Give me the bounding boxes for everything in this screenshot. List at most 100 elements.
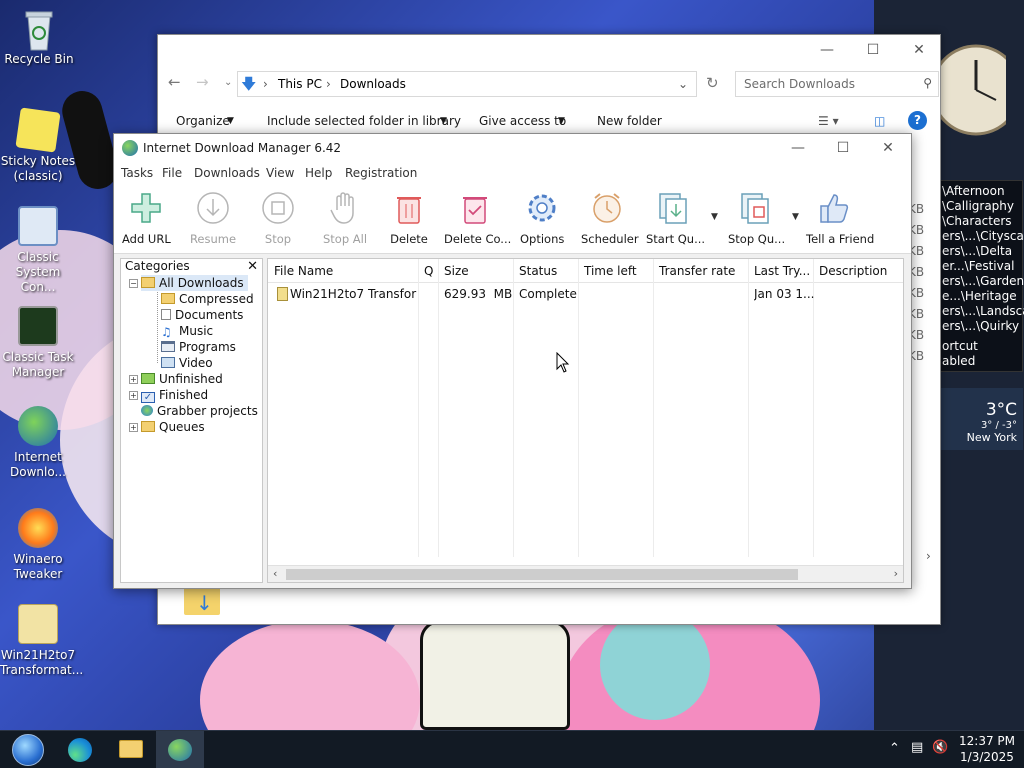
- taskbar-file-explorer[interactable]: [106, 731, 154, 768]
- taskbar-edge[interactable]: [56, 731, 104, 768]
- maximize-button[interactable]: ☐: [850, 35, 896, 65]
- menu-registration[interactable]: Registration: [345, 166, 417, 180]
- close-button[interactable]: ✕: [896, 35, 942, 65]
- slideshow-line: ers\...\Delta: [942, 244, 1013, 258]
- menu-help[interactable]: Help: [305, 166, 332, 180]
- stop-button[interactable]: Stop: [258, 190, 298, 252]
- back-arrow-icon[interactable]: ←: [168, 73, 181, 91]
- desktop-icon-win21h2to7[interactable]: Win21H2to7 Transformat...: [0, 604, 83, 678]
- category-music[interactable]: ♫ Music: [161, 323, 213, 339]
- network-icon[interactable]: ▤: [911, 740, 923, 755]
- tell-a-friend-button[interactable]: Tell a Friend: [806, 190, 875, 252]
- desktop-icon-winaero[interactable]: Winaero Tweaker: [0, 508, 76, 582]
- include-in-library-button[interactable]: Include selected folder in library: [267, 114, 461, 128]
- search-input[interactable]: Search Downloads ⚲: [735, 71, 939, 97]
- size-unit: KB: [908, 202, 925, 216]
- category-video[interactable]: Video: [161, 355, 213, 371]
- scheduler-button[interactable]: Scheduler: [581, 190, 639, 252]
- menu-file[interactable]: File: [162, 166, 182, 180]
- desktop-icon-task-manager[interactable]: Classic Task Manager: [0, 306, 76, 380]
- desktop-icon-label: Winaero Tweaker: [13, 552, 63, 581]
- start-queue-button[interactable]: Start Qu...: [646, 190, 705, 252]
- maximize-button[interactable]: ☐: [820, 134, 866, 162]
- stop-queue-button[interactable]: Stop Qu...: [728, 190, 785, 252]
- desktop-icon-system-control[interactable]: Classic System Con...: [0, 206, 76, 295]
- column-queue[interactable]: Q: [424, 264, 433, 278]
- close-button[interactable]: ✕: [865, 134, 911, 162]
- horizontal-scrollbar[interactable]: ‹ ›: [268, 565, 903, 582]
- forward-arrow-icon[interactable]: →: [196, 73, 209, 91]
- category-grabber-projects[interactable]: Grabber projects: [141, 403, 258, 419]
- column-transfer-rate[interactable]: Transfer rate: [659, 264, 735, 278]
- view-options-icon[interactable]: ☰ ▾: [818, 114, 839, 128]
- menu-tasks[interactable]: Tasks: [121, 166, 153, 180]
- collapse-all-downloads-icon[interactable]: −: [129, 279, 138, 288]
- recent-chevron-icon[interactable]: ⌄: [224, 77, 232, 88]
- table-row[interactable]: Win21H2to7 Transform... 629.93 MB Comple…: [268, 284, 903, 304]
- scroll-left-icon[interactable]: ‹: [273, 567, 277, 580]
- idm-window[interactable]: Internet Download Manager 6.42 — ☐ ✕ Tas…: [113, 133, 912, 589]
- delete-label: Delete: [390, 232, 428, 246]
- category-programs[interactable]: Programs: [161, 339, 236, 355]
- breadcrumb-downloads[interactable]: Downloads: [340, 77, 406, 91]
- slideshow-line: \Characters: [942, 214, 1012, 228]
- help-icon[interactable]: ?: [908, 111, 927, 130]
- refresh-icon[interactable]: ↻: [706, 74, 719, 92]
- column-last-try[interactable]: Last Try...: [754, 264, 810, 278]
- new-folder-button[interactable]: New folder: [597, 114, 662, 128]
- tell-a-friend-label: Tell a Friend: [806, 232, 875, 246]
- address-dropdown-icon[interactable]: ⌄: [678, 77, 688, 91]
- category-unfinished[interactable]: Unfinished: [141, 371, 223, 387]
- close-icon[interactable]: ✕: [247, 259, 258, 274]
- expand-finished-icon[interactable]: +: [129, 391, 138, 400]
- taskbar-clock[interactable]: 12:37 PM 1/3/2025: [952, 733, 1022, 765]
- column-description[interactable]: Description: [819, 264, 887, 278]
- start-queue-dropdown-icon[interactable]: ▼: [711, 212, 718, 222]
- preview-pane-icon[interactable]: ◫: [874, 114, 885, 128]
- expand-queues-icon[interactable]: +: [129, 423, 138, 432]
- stop-all-button[interactable]: Stop All: [322, 190, 368, 252]
- column-time-left[interactable]: Time left: [584, 264, 637, 278]
- idm-titlebar[interactable]: Internet Download Manager 6.42 — ☐ ✕: [114, 134, 911, 162]
- category-compressed[interactable]: Compressed: [161, 291, 254, 307]
- add-url-button[interactable]: Add URL: [122, 190, 171, 252]
- explorer-titlebar[interactable]: — ☐ ✕: [158, 35, 940, 65]
- give-access-dropdown-icon: ▼: [558, 116, 565, 126]
- menu-downloads[interactable]: Downloads: [194, 166, 260, 180]
- category-all-downloads[interactable]: All Downloads: [141, 275, 248, 291]
- clock-time: 12:37 PM: [959, 734, 1015, 748]
- scrollbar-thumb[interactable]: [286, 569, 798, 580]
- desktop-icon-idm[interactable]: Internet Downlo...: [0, 406, 76, 480]
- delete-completed-button[interactable]: Delete Co...: [444, 190, 511, 252]
- show-hidden-icons-icon[interactable]: ⌃: [889, 741, 900, 756]
- taskbar-idm[interactable]: [156, 731, 204, 768]
- delete-button[interactable]: Delete: [390, 190, 428, 252]
- resume-button[interactable]: Resume: [188, 190, 238, 252]
- scroll-right-icon[interactable]: ›: [894, 567, 898, 580]
- desktop-icon-sticky-notes[interactable]: Sticky Notes (classic): [0, 107, 76, 184]
- address-bar[interactable]: 🡇 › This PC › Downloads ⌄: [237, 71, 697, 97]
- minimize-button[interactable]: —: [775, 134, 821, 162]
- minimize-button[interactable]: —: [804, 35, 850, 65]
- column-status[interactable]: Status: [519, 264, 557, 278]
- clock-date: 1/3/2025: [960, 750, 1014, 764]
- include-dropdown-icon: ▼: [440, 116, 447, 126]
- category-documents[interactable]: Documents: [161, 307, 243, 323]
- menu-view[interactable]: View: [266, 166, 294, 180]
- column-size[interactable]: Size: [444, 264, 469, 278]
- category-finished[interactable]: ✓ Finished: [141, 387, 208, 403]
- explorer-scroll-right-arrow[interactable]: ›: [926, 549, 931, 563]
- give-access-button[interactable]: Give access to: [479, 114, 566, 128]
- options-button[interactable]: Options: [520, 190, 564, 252]
- expand-unfinished-icon[interactable]: +: [129, 375, 138, 384]
- column-file-name[interactable]: File Name: [274, 264, 333, 278]
- category-label: Queues: [159, 420, 205, 434]
- desktop-icon-recycle-bin[interactable]: Recycle Bin: [1, 8, 77, 67]
- start-button[interactable]: [4, 731, 52, 768]
- volume-muted-icon[interactable]: 🔇: [932, 740, 948, 755]
- organize-button[interactable]: Organize: [176, 114, 230, 128]
- category-queues[interactable]: Queues: [141, 419, 205, 435]
- breadcrumb-this-pc[interactable]: This PC: [278, 77, 322, 91]
- list-header: File Name Q Size Status Time left Transf…: [268, 259, 903, 283]
- stop-queue-dropdown-icon[interactable]: ▼: [792, 212, 799, 222]
